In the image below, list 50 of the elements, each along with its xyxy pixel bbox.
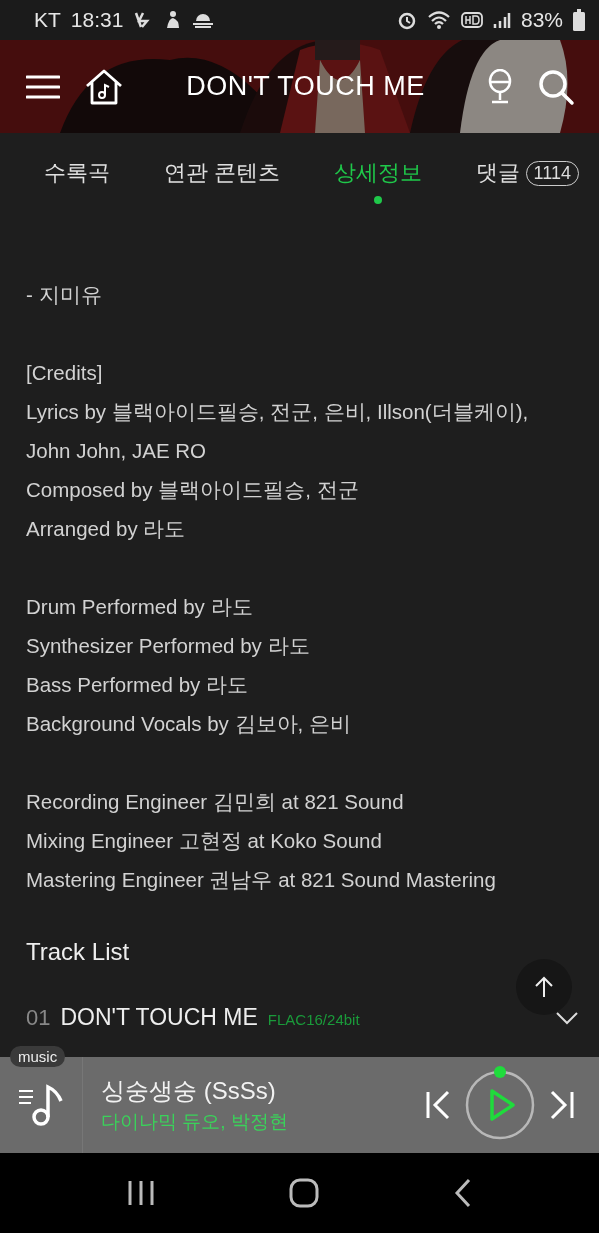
home-icon[interactable] — [289, 1178, 320, 1208]
credit-line: Arranged by 라도 — [26, 516, 187, 542]
credit-line: Lyrics by 블랙아이드필승, 전군, 은비, Illson(더블케이), — [26, 399, 530, 425]
progress-dot — [494, 1066, 506, 1078]
signal-icon — [492, 11, 511, 29]
credit-line: Drum Performed by 라도 — [26, 594, 254, 620]
weather-icon — [191, 11, 216, 29]
alarm-icon — [396, 10, 417, 30]
chevron-down-icon[interactable] — [555, 1011, 579, 1025]
credit-line: Bass Performed by 라도 — [26, 672, 249, 698]
credit-line: Mastering Engineer 권남우 at 821 Sound Mastering — [26, 867, 497, 893]
battery-icon — [573, 9, 585, 31]
credit-line: Composed by 블랙아이드필승, 전군 — [26, 477, 360, 503]
play-icon — [465, 1070, 535, 1140]
credit-line: Background Vocals by 김보아, 은비 — [26, 711, 352, 737]
artist-name: 다이나믹 듀오, 박정현 — [101, 1110, 289, 1134]
tab[interactable]: 상세정보 — [331, 152, 424, 194]
section-heading: Track List — [26, 938, 131, 966]
credit-line: Mixing Engineer 고현정 at Koko Sound — [26, 828, 383, 854]
search-icon[interactable] — [537, 67, 575, 106]
carrier-name: KT — [34, 8, 61, 32]
hd-icon — [460, 11, 483, 29]
clock-time: 18:31 — [70, 8, 124, 32]
selected-dot — [373, 196, 382, 204]
music-badge: music — [10, 1046, 66, 1067]
credit-line: John John, JAE RO — [26, 438, 208, 464]
microphone-icon[interactable] — [487, 68, 513, 105]
header-title: DON'T TOUCH ME — [185, 71, 426, 102]
next-icon[interactable] — [549, 1090, 575, 1120]
menu-icon[interactable] — [26, 73, 60, 100]
credit-line: Recording Engineer 김민희 at 821 Sound — [26, 789, 405, 815]
track-title[interactable]: DON'T TOUCH ME — [60, 1004, 258, 1031]
back-icon[interactable] — [453, 1178, 472, 1208]
track-number: 01 — [26, 1005, 51, 1031]
tab[interactable]: 수록곡 — [42, 152, 112, 194]
home-music-icon[interactable] — [84, 67, 124, 106]
battery-percent: 83% — [520, 8, 563, 32]
playlist-icon[interactable] — [17, 1081, 65, 1129]
recent-apps-icon[interactable] — [127, 1180, 156, 1206]
arrow-up-icon — [534, 976, 554, 998]
credit-line: Synthesizer Performed by 라도 — [26, 633, 311, 659]
wifi-icon — [426, 10, 451, 30]
credit-line: [Credits] — [26, 360, 104, 386]
scroll-top-button[interactable] — [516, 959, 572, 1015]
tab[interactable]: 댓글 1114 — [473, 152, 581, 194]
previous-icon[interactable] — [425, 1090, 451, 1120]
audio-quality: FLAC16/24bit — [267, 1011, 360, 1028]
credit-line: - 지미유 — [26, 282, 103, 308]
song-title: 싱숭생숭 (SsSs) — [101, 1076, 277, 1106]
tab[interactable]: 연관 콘텐츠 — [161, 152, 282, 194]
